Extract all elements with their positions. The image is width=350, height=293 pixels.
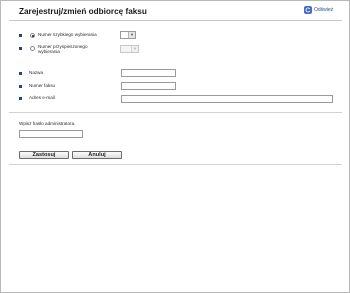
bullet-marker xyxy=(19,85,22,88)
quick-dial-radio[interactable] xyxy=(30,33,35,38)
email-label: Adres e-mail xyxy=(29,95,55,100)
quick-dial-select[interactable]: ▼ xyxy=(120,31,136,39)
bullet-marker xyxy=(19,47,22,50)
fax-number-label: Numer faksu xyxy=(29,83,56,88)
refresh-link[interactable]: Odśwież xyxy=(304,6,333,14)
quick-dial-label: Numer szybkiego wybierania xyxy=(38,32,97,37)
speed-dial-radio[interactable] xyxy=(30,46,35,51)
apply-button[interactable]: Zastosuj xyxy=(19,151,69,159)
name-input[interactable] xyxy=(121,69,176,77)
section-divider xyxy=(9,164,342,165)
page-title: Zarejestruj/zmień odbiorcę faksu xyxy=(19,7,147,16)
section-divider xyxy=(9,112,342,113)
speed-dial-select[interactable]: ▼ xyxy=(120,45,139,53)
chevron-down-icon: ▼ xyxy=(131,46,138,52)
cancel-button[interactable]: Anuluj xyxy=(72,151,122,159)
name-label: Nazwa xyxy=(29,70,44,75)
refresh-label: Odśwież xyxy=(314,7,334,13)
refresh-icon xyxy=(304,6,312,14)
bullet-marker xyxy=(19,97,22,100)
fax-number-input[interactable] xyxy=(121,82,176,90)
admin-password-label: Wpisz hasło administratora. xyxy=(19,121,76,126)
title-divider xyxy=(9,20,342,21)
email-input[interactable] xyxy=(121,95,333,103)
bullet-marker xyxy=(19,34,22,37)
admin-password-input[interactable] xyxy=(19,130,83,138)
bullet-marker xyxy=(19,72,22,75)
page-frame: Zarejestruj/zmień odbiorcę faksu Odśwież… xyxy=(0,0,350,293)
chevron-down-icon: ▼ xyxy=(128,32,135,38)
speed-dial-label: Numer przyspieszonego wybierania xyxy=(38,44,88,55)
